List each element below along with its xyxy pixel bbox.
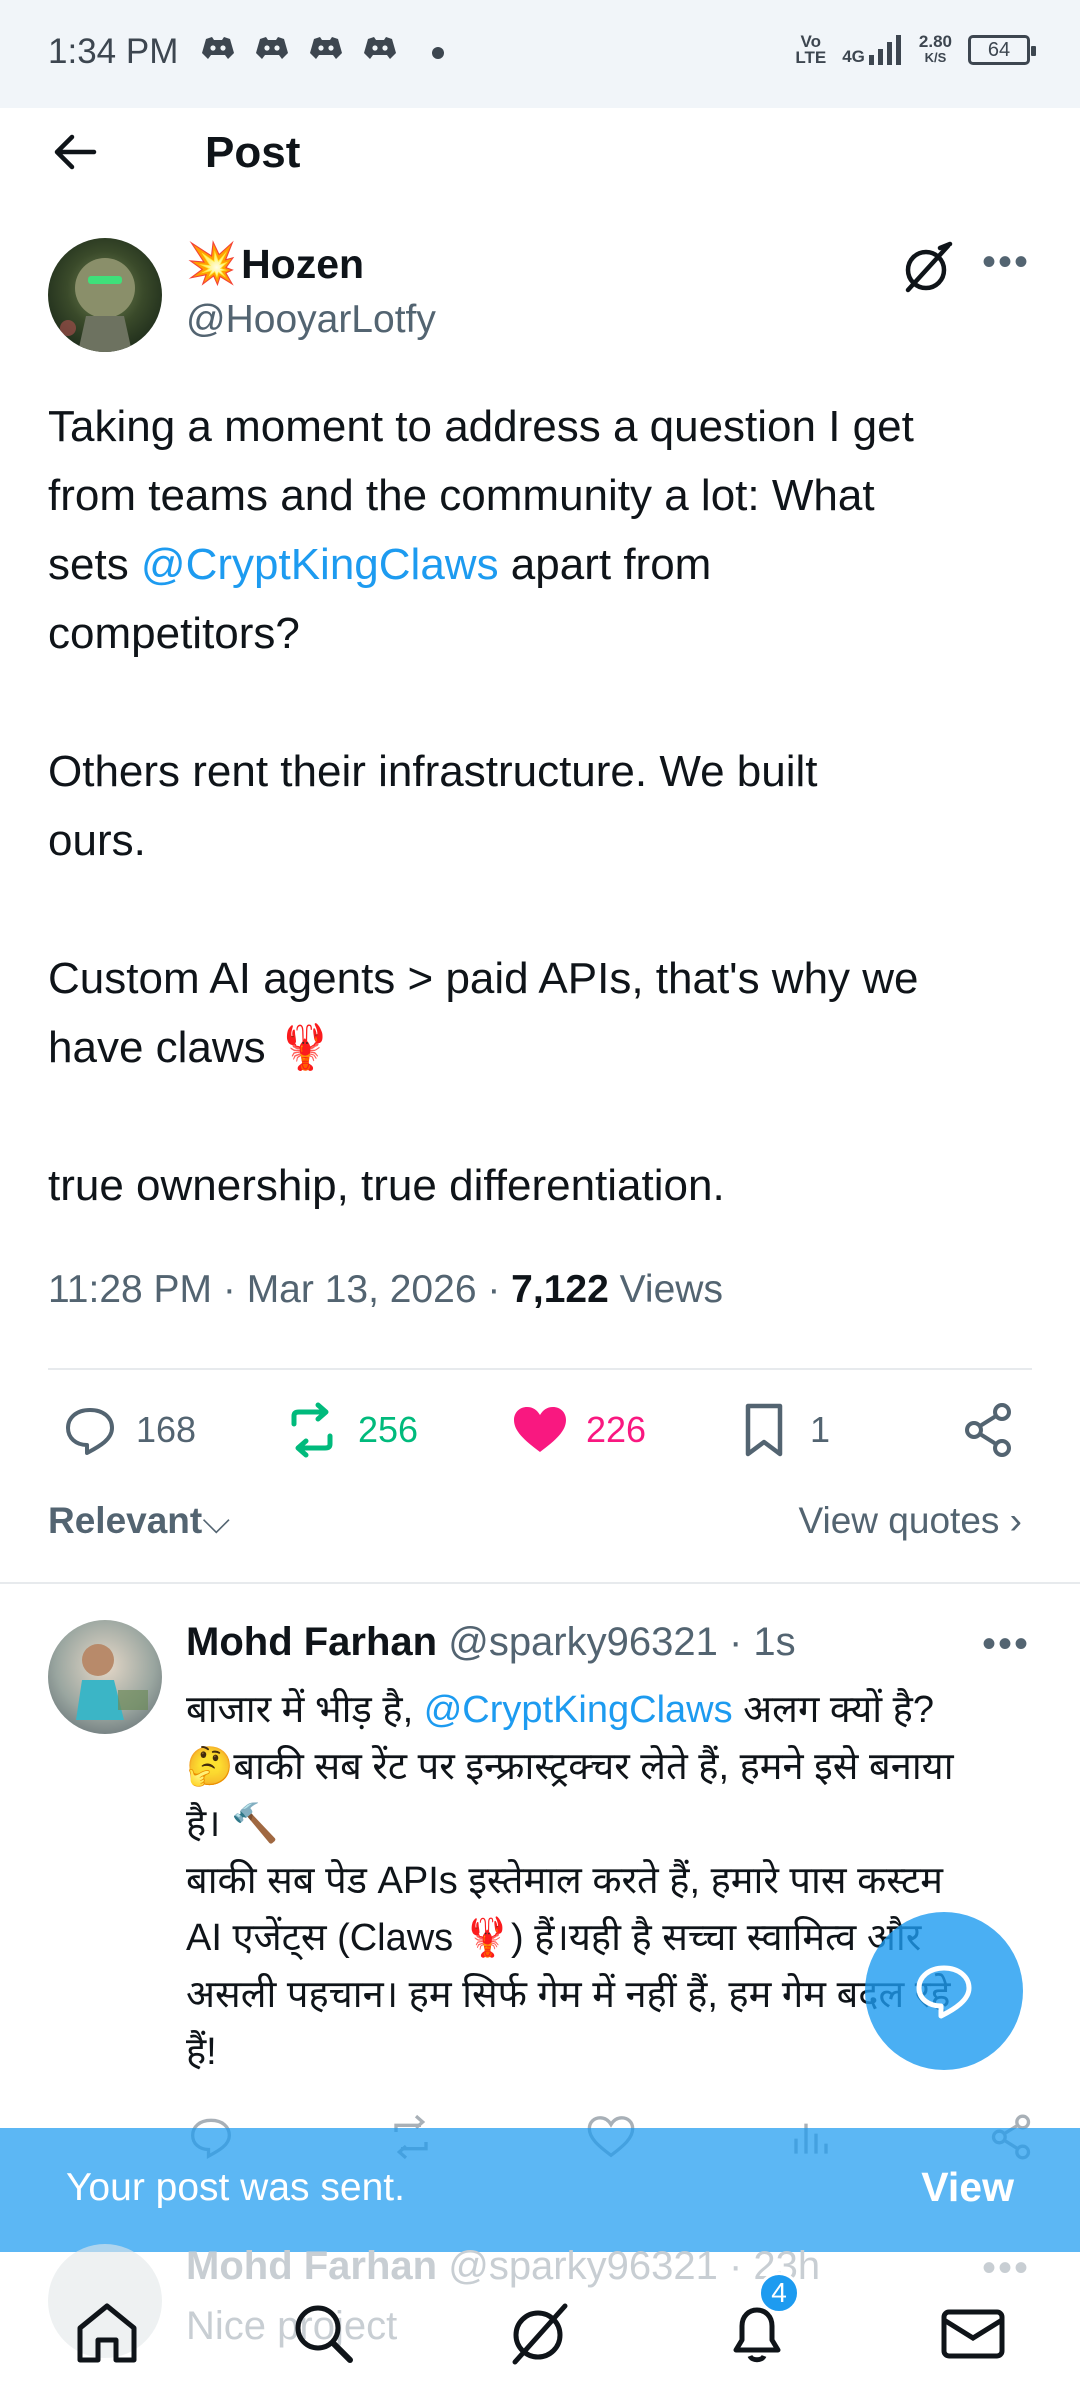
divider xyxy=(48,1368,1032,1370)
reply-author-avatar[interactable] xyxy=(48,1620,162,1734)
more-notifications-dot xyxy=(432,47,444,59)
like-button[interactable]: 226 xyxy=(510,1400,646,1460)
discord-icon xyxy=(256,37,288,59)
share-button[interactable] xyxy=(958,1400,1018,1460)
chevron-down-icon: ⌵ xyxy=(202,1500,231,1541)
views-label[interactable]: Views xyxy=(609,1268,723,1311)
reply-author-name[interactable]: Mohd Farhan xyxy=(186,1620,437,1664)
repost-button[interactable]: 256 xyxy=(282,1400,418,1460)
signal-indicator: 4G xyxy=(842,35,903,65)
volte-indicator: Vo LTE xyxy=(795,32,827,67)
repost-count: 256 xyxy=(358,1409,419,1450)
reply-handle-time[interactable]: @sparky96321 · 1s xyxy=(437,1620,795,1664)
post-more-options-icon[interactable]: ••• xyxy=(982,240,1030,285)
post-action-bar: 168 256 226 1 xyxy=(0,1400,1080,1480)
network-speed: 2.80 K/S xyxy=(918,32,952,65)
status-right: Vo LTE 4G 2.80 K/S 64 xyxy=(795,32,1036,67)
bookmark-count: 1 xyxy=(810,1409,831,1450)
signal-bars-icon xyxy=(868,35,901,65)
top-app-bar: Post xyxy=(0,108,1080,218)
toast-message: Your post was sent. xyxy=(66,2166,405,2209)
battery-indicator: 64 xyxy=(968,35,1036,65)
author-name-text: Hozen xyxy=(241,240,365,287)
status-time: 1:34 PM xyxy=(48,32,179,71)
explosion-emoji-icon: 💥 xyxy=(186,240,238,286)
post-text: Taking a moment to address a question I … xyxy=(48,402,919,1210)
notification-icons xyxy=(200,34,398,64)
reply-icon xyxy=(66,1408,114,1455)
views-count[interactable]: 7,122 xyxy=(511,1268,609,1311)
post-sent-toast: Your post was sent. View xyxy=(0,2128,1080,2252)
mention-link[interactable]: @CryptKingClaws xyxy=(424,1689,733,1731)
view-quotes-link[interactable]: View quotes › xyxy=(799,1500,1023,1542)
child-photo-avatar xyxy=(76,1644,148,1720)
back-arrow-icon[interactable] xyxy=(48,126,100,178)
discord-icon xyxy=(202,37,234,59)
lion-avatar-image xyxy=(60,258,135,352)
author-name[interactable]: 💥 Hozen xyxy=(186,240,364,288)
discord-icon xyxy=(310,37,342,59)
author-avatar[interactable] xyxy=(48,238,162,352)
post-timestamp: 11:28 PM · Mar 13, 2026 · xyxy=(48,1268,512,1311)
status-bar: 1:34 PM Vo LTE 4G 2.80 K/S 64 xyxy=(0,0,1080,108)
reply-header: Mohd Farhan @sparky96321 · 1s xyxy=(186,1620,796,1665)
section-divider xyxy=(0,1582,1080,1584)
share-icon xyxy=(965,1403,1011,1457)
home-icon[interactable] xyxy=(72,2298,142,2368)
notifications-badge: 4 xyxy=(758,2272,800,2314)
reply-button[interactable]: 168 xyxy=(60,1400,196,1460)
bookmark-button[interactable]: 1 xyxy=(734,1400,830,1460)
relevant-sort-dropdown[interactable]: Relevant⌵ xyxy=(48,1500,230,1543)
bookmark-icon xyxy=(745,1403,783,1457)
reply-more-options-icon[interactable]: ••• xyxy=(982,1622,1030,1667)
grok-icon[interactable] xyxy=(505,2298,575,2368)
repost-icon xyxy=(291,1402,333,1458)
search-icon[interactable] xyxy=(288,2298,358,2368)
reply-count: 168 xyxy=(136,1409,197,1450)
grok-icon[interactable] xyxy=(900,240,956,296)
toast-view-button[interactable]: View xyxy=(921,2164,1014,2211)
discord-icon xyxy=(364,37,396,59)
bottom-navigation xyxy=(0,2270,1080,2399)
mention-link[interactable]: @CryptKingClaws xyxy=(141,540,499,589)
heart-filled-icon xyxy=(514,1407,566,1452)
compose-reply-button[interactable] xyxy=(865,1912,1023,2070)
like-count: 226 xyxy=(586,1409,647,1450)
post-timestamp-views: 11:28 PM · Mar 13, 2026 · 7,122 Views xyxy=(48,1268,723,1312)
page-title: Post xyxy=(205,128,301,177)
chat-bubble-icon xyxy=(916,1965,972,2019)
author-handle[interactable]: @HooyarLotfy xyxy=(186,298,436,342)
messages-envelope-icon[interactable] xyxy=(938,2298,1008,2368)
